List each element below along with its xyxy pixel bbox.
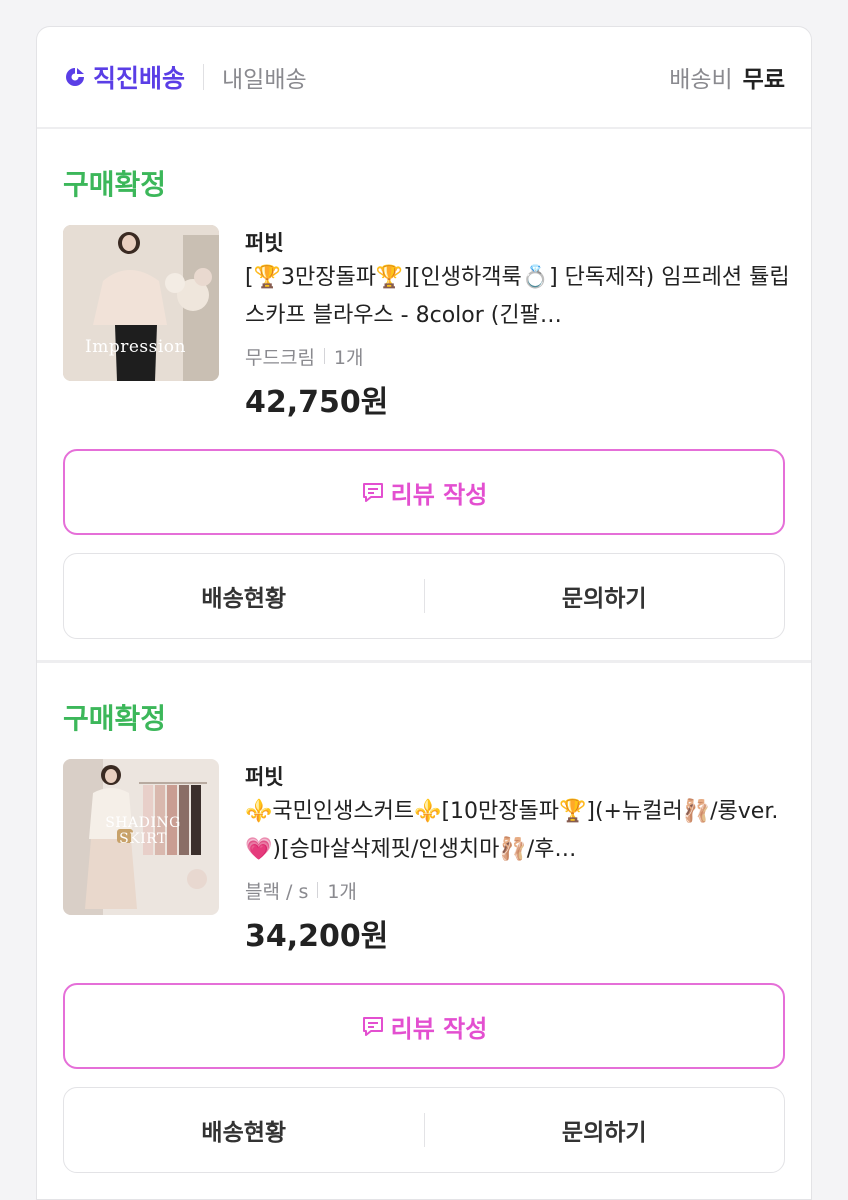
- direct-delivery-label: 직진배송: [93, 64, 186, 93]
- shipping-fee-label: 배송비: [669, 67, 733, 93]
- write-review-button[interactable]: 리뷰 작성: [63, 983, 785, 1069]
- thumbnail-caption: SHADING SKIRT: [105, 815, 181, 847]
- thumbnail-caption: Impression: [85, 337, 186, 357]
- shipping-fee-value: 무료: [742, 67, 785, 93]
- product-info: 퍼빗 [🏆3만장돌파🏆][인생하객룩💍] 단독제작) 임프레션 튤립 스카프 블…: [245, 227, 795, 421]
- product-title[interactable]: [🏆3만장돌파🏆][인생하객룩💍] 단독제작) 임프레션 튤립 스카프 블라우스…: [245, 259, 795, 335]
- tomorrow-delivery-label: 내일배송: [222, 67, 307, 93]
- delivery-header: 직진배송 내일배송 배송비 무료: [37, 27, 811, 129]
- comment-icon: [361, 480, 385, 504]
- comment-icon: [361, 1014, 385, 1038]
- shipping-status-button[interactable]: 배송현황: [64, 579, 424, 613]
- option-value: 무드크림: [245, 346, 315, 369]
- order-status: 구매확정: [63, 702, 167, 735]
- action-row: 배송현황 문의하기: [63, 1087, 785, 1173]
- option-divider: [323, 348, 325, 364]
- write-review-label: 리뷰 작성: [390, 480, 488, 509]
- option-value: 블랙 / s: [245, 880, 309, 903]
- product-title[interactable]: ⚜️국민인생스커트⚜️[10만장돌파🏆](+뉴컬러🩰/롱ver.💗)[승마살삭제…: [245, 793, 795, 869]
- write-review-label: 리뷰 작성: [390, 1014, 488, 1043]
- action-row: 배송현황 문의하기: [63, 553, 785, 639]
- header-divider: [203, 64, 205, 90]
- order-status: 구매확정: [63, 168, 167, 201]
- product-info: 퍼빗 ⚜️국민인생스커트⚜️[10만장돌파🏆](+뉴컬러🩰/롱ver.💗)[승마…: [245, 761, 795, 955]
- option-divider: [317, 882, 319, 898]
- price: 42,750원: [245, 385, 389, 420]
- direct-delivery-icon: [63, 65, 87, 89]
- order-card: 직진배송 내일배송 배송비 무료 구매확정 Impression 퍼빗 [🏆3만…: [36, 26, 812, 1200]
- brand-name: 퍼빗: [245, 765, 284, 789]
- order-item: 구매확정 Impression 퍼빗 [🏆3만장돌파🏆][인생하객룩💍] 단독제…: [37, 129, 811, 663]
- inquiry-button[interactable]: 문의하기: [425, 1113, 785, 1147]
- product-thumbnail[interactable]: SHADING SKIRT: [63, 759, 219, 915]
- quantity-value: 1개: [333, 346, 364, 369]
- product-thumbnail[interactable]: Impression: [63, 225, 219, 381]
- order-item: 구매확정 SHADING SKIRT 퍼빗 ⚜️국민인생스커트⚜️[10만장돌파…: [37, 663, 811, 1197]
- write-review-button[interactable]: 리뷰 작성: [63, 449, 785, 535]
- quantity-value: 1개: [327, 880, 357, 903]
- inquiry-button[interactable]: 문의하기: [425, 579, 785, 613]
- shipping-status-button[interactable]: 배송현황: [64, 1113, 424, 1147]
- brand-name: 퍼빗: [245, 231, 284, 255]
- option-line: 무드크림 1개: [245, 341, 795, 371]
- price: 34,200원: [245, 919, 389, 954]
- option-line: 블랙 / s 1개: [245, 875, 795, 905]
